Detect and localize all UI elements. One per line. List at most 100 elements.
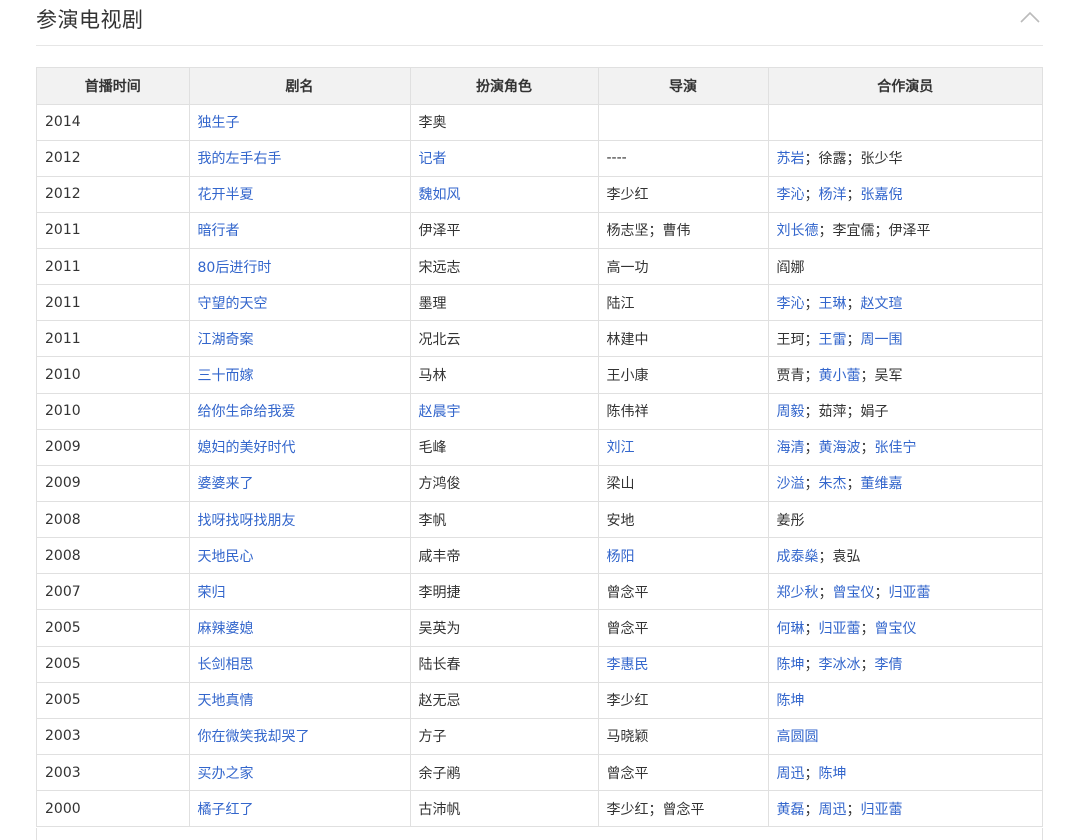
cell-title: 橘子红了 (189, 790, 411, 828)
costar-link[interactable]: 陈坤 (819, 766, 847, 782)
title-link[interactable]: 80后进行时 (198, 260, 272, 276)
costar-link[interactable]: 李冰冰 (819, 657, 861, 673)
role-link[interactable]: 魏如风 (419, 187, 461, 203)
costar-link[interactable]: 李倩 (875, 657, 903, 673)
costar-link[interactable]: 黄海波 (819, 440, 861, 456)
costar-link[interactable]: 成泰燊 (777, 549, 819, 565)
cell-director: 陆江 (598, 284, 769, 322)
chevron-up-icon[interactable] (1019, 8, 1041, 26)
title-link[interactable]: 找呀找呀找朋友 (198, 513, 296, 529)
table-row: 2012 我的左手右手 记者 ---- 苏岩；徐露；张少华 (37, 140, 1042, 177)
title-link[interactable]: 暗行者 (198, 223, 240, 239)
costar-link[interactable]: 沙溢 (777, 476, 805, 492)
cell-role: 赵无忌 (410, 682, 599, 719)
costar-link[interactable]: 陈坤 (777, 657, 805, 673)
separator: ； (804, 404, 819, 421)
costar-link[interactable]: 高圆圆 (777, 729, 819, 745)
title-link[interactable]: 婆婆来了 (198, 476, 254, 492)
role-text: 毛峰 (418, 440, 447, 457)
title-link[interactable]: 独生子 (198, 115, 240, 131)
separator: ； (648, 223, 663, 240)
role-text: 李奥 (418, 115, 447, 132)
cell-director: ---- (598, 140, 769, 177)
costar-link[interactable]: 杨洋 (819, 187, 847, 203)
cell-costars: 周迅；陈坤 (768, 754, 1042, 792)
costar-link[interactable]: 何琳 (777, 621, 805, 637)
costar-link[interactable]: 陈坤 (777, 693, 805, 709)
costar-link[interactable]: 苏岩 (777, 151, 805, 167)
title-link[interactable]: 给你生命给我爱 (198, 404, 296, 420)
title-link[interactable]: 媳妇的美好时代 (198, 440, 296, 456)
title-link[interactable]: 三十而嫁 (198, 368, 254, 384)
cell-costars: 李沁；杨洋；张嘉倪 (768, 176, 1042, 213)
costar-link[interactable]: 王雷 (819, 332, 847, 348)
director-text: 安地 (606, 512, 635, 529)
cell-role: 咸丰帝 (410, 537, 599, 575)
costar-link[interactable]: 李沁 (777, 187, 805, 203)
director-text: 梁山 (606, 476, 635, 493)
cell-title: 麻辣婆媳 (189, 609, 411, 647)
costar-link[interactable]: 曾宝仪 (875, 621, 917, 637)
title-link[interactable]: 天地民心 (198, 549, 254, 565)
director-link[interactable]: 杨阳 (607, 549, 635, 565)
cell-costars: 沙溢；朱杰；董维嘉 (768, 465, 1042, 503)
title-link[interactable]: 橘子红了 (198, 802, 254, 818)
table-row: 2000 橘子红了 古沛帆 李少红；曾念平 黄磊；周迅；归亚蕾 (37, 790, 1042, 828)
cell-air-date: 2014 (37, 104, 190, 141)
table-row: 2011 暗行者 伊泽平 杨志坚；曹伟 刘长德；李宜儒；伊泽平 (37, 212, 1042, 250)
title-link[interactable]: 长剑相思 (198, 657, 254, 673)
cell-title: 我的左手右手 (189, 140, 411, 177)
cell-title: 天地真情 (189, 682, 411, 719)
costar-text: 徐露 (818, 151, 847, 168)
title-link[interactable]: 荣归 (198, 585, 226, 601)
costar-link[interactable]: 黄小蕾 (819, 368, 861, 384)
title-link[interactable]: 天地真情 (198, 693, 254, 709)
costar-text: 李宜儒 (832, 223, 875, 240)
costar-link[interactable]: 李沁 (777, 296, 805, 312)
director-link[interactable]: 刘江 (607, 440, 635, 456)
costar-link[interactable]: 黄磊 (777, 802, 805, 818)
section-title: 参演电视剧 (36, 8, 144, 32)
costar-link[interactable]: 郑少秋 (777, 585, 819, 601)
role-text: 陆长春 (418, 657, 461, 674)
costar-link[interactable]: 周毅 (777, 404, 805, 420)
title-link[interactable]: 买办之家 (198, 766, 254, 782)
separator: ； (846, 404, 861, 421)
costar-link[interactable]: 曾宝仪 (833, 585, 875, 601)
cell-role: 赵晨宇 (410, 393, 599, 430)
role-link[interactable]: 记者 (419, 151, 447, 167)
cell-air-date: 2005 (37, 609, 190, 647)
table-row: 2010 给你生命给我爱 赵晨宇 陈伟祥 周毅；茹萍；娟子 (37, 393, 1042, 430)
cell-air-date: 2008 (37, 537, 190, 575)
title-link[interactable]: 守望的天空 (198, 296, 268, 312)
table-row: 2010 三十而嫁 马林 王小康 贾青；黄小蕾；吴军 (37, 356, 1042, 394)
cell-costars: 王珂；王雷；周一围 (768, 320, 1042, 358)
costar-link[interactable]: 周迅 (819, 802, 847, 818)
costar-text: 袁弘 (832, 548, 861, 565)
cell-role: 魏如风 (410, 176, 599, 213)
title-link[interactable]: 麻辣婆媳 (198, 621, 254, 637)
title-link[interactable]: 你在微笑我却哭了 (198, 729, 310, 745)
costar-link[interactable]: 归亚蕾 (819, 621, 861, 637)
director-link[interactable]: 李惠民 (607, 657, 649, 673)
costar-link[interactable]: 归亚蕾 (861, 802, 903, 818)
costar-link[interactable]: 朱杰 (819, 476, 847, 492)
table-row: 2008 天地民心 咸丰帝 杨阳 成泰燊；袁弘 (37, 537, 1042, 575)
costar-link[interactable]: 张嘉倪 (861, 187, 903, 203)
cell-role: 方鸿俊 (410, 465, 599, 503)
table-row: 2008 找呀找呀找朋友 李帆 安地 姜彤 (37, 501, 1042, 539)
title-link[interactable]: 花开半夏 (198, 187, 254, 203)
title-link[interactable]: 我的左手右手 (198, 151, 282, 167)
costar-link[interactable]: 海清 (777, 440, 805, 456)
costar-link[interactable]: 周一围 (861, 332, 903, 348)
filmography-table: 首播时间 剧名 扮演角色 导演 合作演员 2014 独生子 李奥 2012 我的左手右手… (36, 67, 1043, 828)
costar-link[interactable]: 周迅 (777, 766, 805, 782)
costar-link[interactable]: 王琳 (819, 296, 847, 312)
costar-link[interactable]: 赵文瑄 (861, 296, 903, 312)
costar-link[interactable]: 刘长德 (777, 223, 819, 239)
costar-link[interactable]: 张佳宁 (875, 440, 917, 456)
title-link[interactable]: 江湖奇案 (198, 332, 254, 348)
role-link[interactable]: 赵晨宇 (419, 404, 461, 420)
costar-link[interactable]: 归亚蕾 (889, 585, 931, 601)
costar-link[interactable]: 董维嘉 (861, 476, 903, 492)
